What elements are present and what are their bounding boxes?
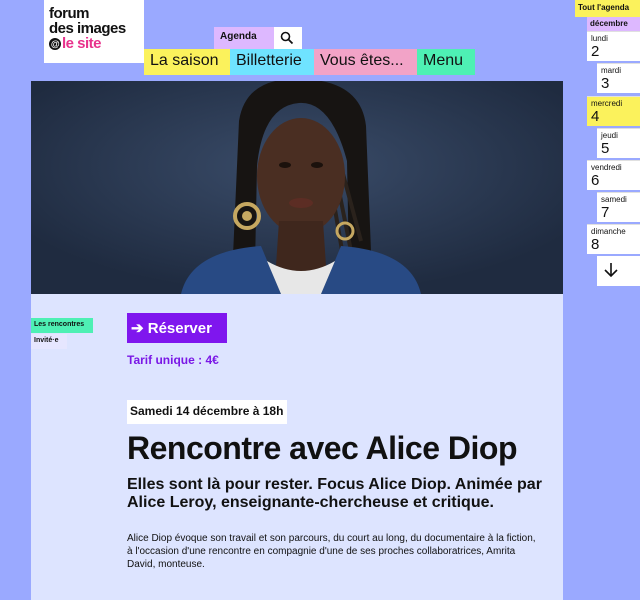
nav-billetterie[interactable]: Billetterie xyxy=(230,49,314,75)
day-number: 6 xyxy=(591,172,600,189)
agenda-day-mardi[interactable]: mardi 3 xyxy=(597,63,640,93)
agenda-day-lundi[interactable]: lundi 2 xyxy=(587,31,640,61)
logo-line-des-images: des images xyxy=(49,20,126,37)
tag-les-rencontres[interactable]: Les rencontres xyxy=(31,318,93,333)
agenda-day-mercredi[interactable]: mercredi 4 xyxy=(587,96,640,126)
agenda-day-samedi[interactable]: samedi 7 xyxy=(597,192,640,222)
event-description: Alice Diop évoque son travail et son par… xyxy=(127,533,536,570)
agenda-month: décembre xyxy=(587,17,640,31)
event-hero-image xyxy=(31,81,563,294)
day-number: 8 xyxy=(591,236,600,253)
event-date: Samedi 14 décembre à 18h xyxy=(127,400,288,424)
nav-menu[interactable]: Menu xyxy=(417,49,475,75)
all-agenda-link[interactable]: Tout l'agenda xyxy=(575,0,640,17)
day-number: 7 xyxy=(601,204,610,221)
search-button[interactable] xyxy=(274,27,302,49)
agenda-scroll-down-button[interactable] xyxy=(597,256,640,286)
day-number: 2 xyxy=(591,43,600,60)
event-subtitle: Elles sont là pour rester. Focus Alice D… xyxy=(127,476,542,511)
tag-invite[interactable]: Invité·e xyxy=(31,334,67,349)
agenda-day-dimanche[interactable]: dimanche 8 xyxy=(587,224,640,254)
nav-vous-etes[interactable]: Vous êtes... xyxy=(314,49,417,75)
agenda-button[interactable]: Agenda xyxy=(214,27,274,49)
day-number: 3 xyxy=(601,75,610,92)
reserve-button[interactable]: ➔ Réserver xyxy=(127,313,227,343)
price-label: Tarif unique : 4€ xyxy=(127,353,219,367)
agenda-day-vendredi[interactable]: vendredi 6 xyxy=(587,160,640,190)
logo-line-forum: forum xyxy=(49,5,90,22)
at-icon: @ xyxy=(49,38,61,50)
logo-line-le-site: @ le site xyxy=(49,35,102,52)
page-title: Rencontre avec Alice Diop xyxy=(127,430,518,466)
arrow-down-icon xyxy=(604,263,618,278)
day-number: 4 xyxy=(591,108,600,125)
site-logo[interactable]: forum des images @ le site xyxy=(44,0,144,63)
agenda-day-jeudi[interactable]: jeudi 5 xyxy=(597,128,640,158)
search-icon xyxy=(280,31,294,45)
nav-la-saison[interactable]: La saison xyxy=(144,49,230,75)
day-number: 5 xyxy=(601,140,610,157)
